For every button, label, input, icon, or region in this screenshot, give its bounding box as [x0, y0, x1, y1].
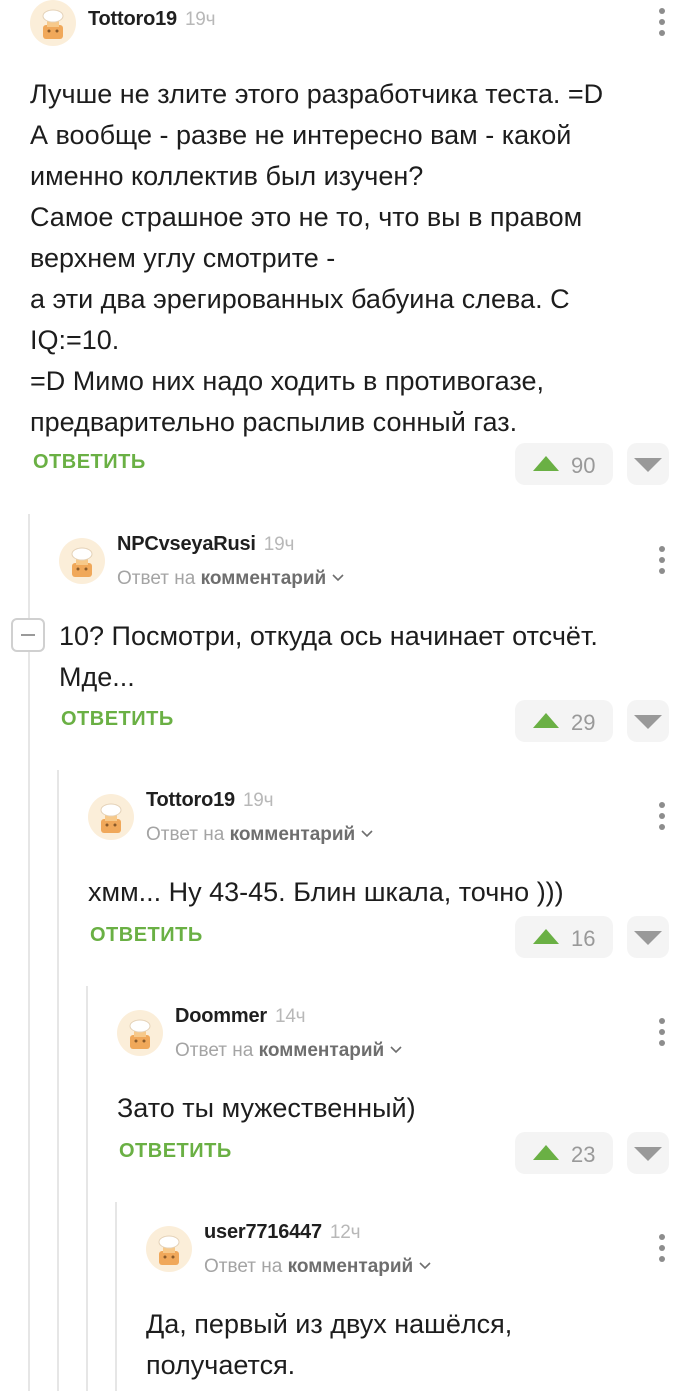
upvote-button[interactable]: 16	[515, 916, 613, 958]
more-vertical-icon[interactable]	[654, 802, 670, 832]
thread-line-level-2	[57, 770, 59, 1391]
comment-actions: ОТВЕТИТЬ 90	[33, 443, 673, 485]
comment-time: 14ч	[274, 1006, 306, 1027]
default-avatar-icon[interactable]	[88, 794, 134, 840]
username[interactable]: user7716447 12ч	[204, 1221, 361, 1244]
reply-to-link[interactable]: Ответ на комментарий	[117, 568, 344, 590]
reply-button[interactable]: ОТВЕТИТЬ	[90, 924, 203, 947]
reply-to-link[interactable]: Ответ на комментарий	[146, 824, 373, 846]
comment-time: 19ч	[184, 9, 216, 30]
more-vertical-icon[interactable]	[654, 1234, 670, 1264]
comment-actions: ОТВЕТИТЬ 23	[119, 1132, 673, 1174]
comment-text: 10? Посмотри, откуда ось начинает отсчёт…	[59, 621, 606, 692]
upvote-button[interactable]: 23	[515, 1132, 613, 1174]
upvote-icon	[533, 929, 559, 944]
comment-text: Зато ты мужественный)	[117, 1093, 416, 1123]
upvote-button[interactable]: 90	[515, 443, 613, 485]
upvote-icon	[533, 713, 559, 728]
chevron-down-icon	[332, 574, 344, 582]
rating-count: 23	[571, 1142, 596, 1167]
comment-actions: ОТВЕТИТЬ 16	[90, 916, 673, 958]
default-avatar-icon[interactable]	[30, 0, 76, 46]
downvote-button[interactable]	[627, 443, 669, 485]
username[interactable]: Tottoro19 19ч	[146, 789, 274, 812]
comment-time: 12ч	[329, 1222, 361, 1243]
comment-actions: ОТВЕТИТЬ 29	[61, 700, 673, 742]
downvote-button[interactable]	[627, 1132, 669, 1174]
more-vertical-icon[interactable]	[654, 1018, 670, 1048]
comment-time: 19ч	[263, 534, 295, 555]
comment-time: 19ч	[242, 790, 274, 811]
thread-line-level-4	[115, 1202, 117, 1391]
downvote-icon	[634, 458, 662, 472]
reply-button[interactable]: ОТВЕТИТЬ	[119, 1140, 232, 1163]
downvote-button[interactable]	[627, 916, 669, 958]
reply-to-link[interactable]: Ответ на комментарий	[204, 1256, 431, 1278]
downvote-icon	[634, 715, 662, 729]
rating-count: 29	[571, 710, 596, 735]
downvote-icon	[634, 1147, 662, 1161]
chevron-down-icon	[390, 1046, 402, 1054]
username[interactable]: Tottoro19 19ч	[88, 8, 216, 31]
comment-text: Да, первый из двух нашёлся, получается.	[146, 1309, 520, 1380]
thread-line-level-3	[86, 986, 88, 1391]
more-vertical-icon[interactable]	[654, 8, 670, 38]
upvote-icon	[533, 1145, 559, 1160]
downvote-button[interactable]	[627, 700, 669, 742]
comment-text: хмм... Ну 43-45. Блин шкала, точно )))	[88, 877, 564, 907]
chevron-down-icon	[419, 1262, 431, 1270]
comment-text: Лучше не злите этого разработчика теста.…	[30, 79, 604, 437]
rating-count: 90	[571, 453, 596, 478]
default-avatar-icon[interactable]	[59, 538, 105, 584]
reply-button[interactable]: ОТВЕТИТЬ	[61, 708, 174, 731]
reply-to-link[interactable]: Ответ на комментарий	[175, 1040, 402, 1062]
upvote-icon	[533, 456, 559, 471]
username[interactable]: Doommer 14ч	[175, 1005, 306, 1028]
chevron-down-icon	[361, 830, 373, 838]
upvote-button[interactable]: 29	[515, 700, 613, 742]
reply-button[interactable]: ОТВЕТИТЬ	[33, 451, 146, 474]
username[interactable]: NPCvseyaRusi 19ч	[117, 533, 294, 556]
default-avatar-icon[interactable]	[146, 1226, 192, 1272]
collapse-thread-icon[interactable]	[11, 618, 45, 652]
more-vertical-icon[interactable]	[654, 546, 670, 576]
rating-count: 16	[571, 926, 596, 951]
default-avatar-icon[interactable]	[117, 1010, 163, 1056]
downvote-icon	[634, 931, 662, 945]
